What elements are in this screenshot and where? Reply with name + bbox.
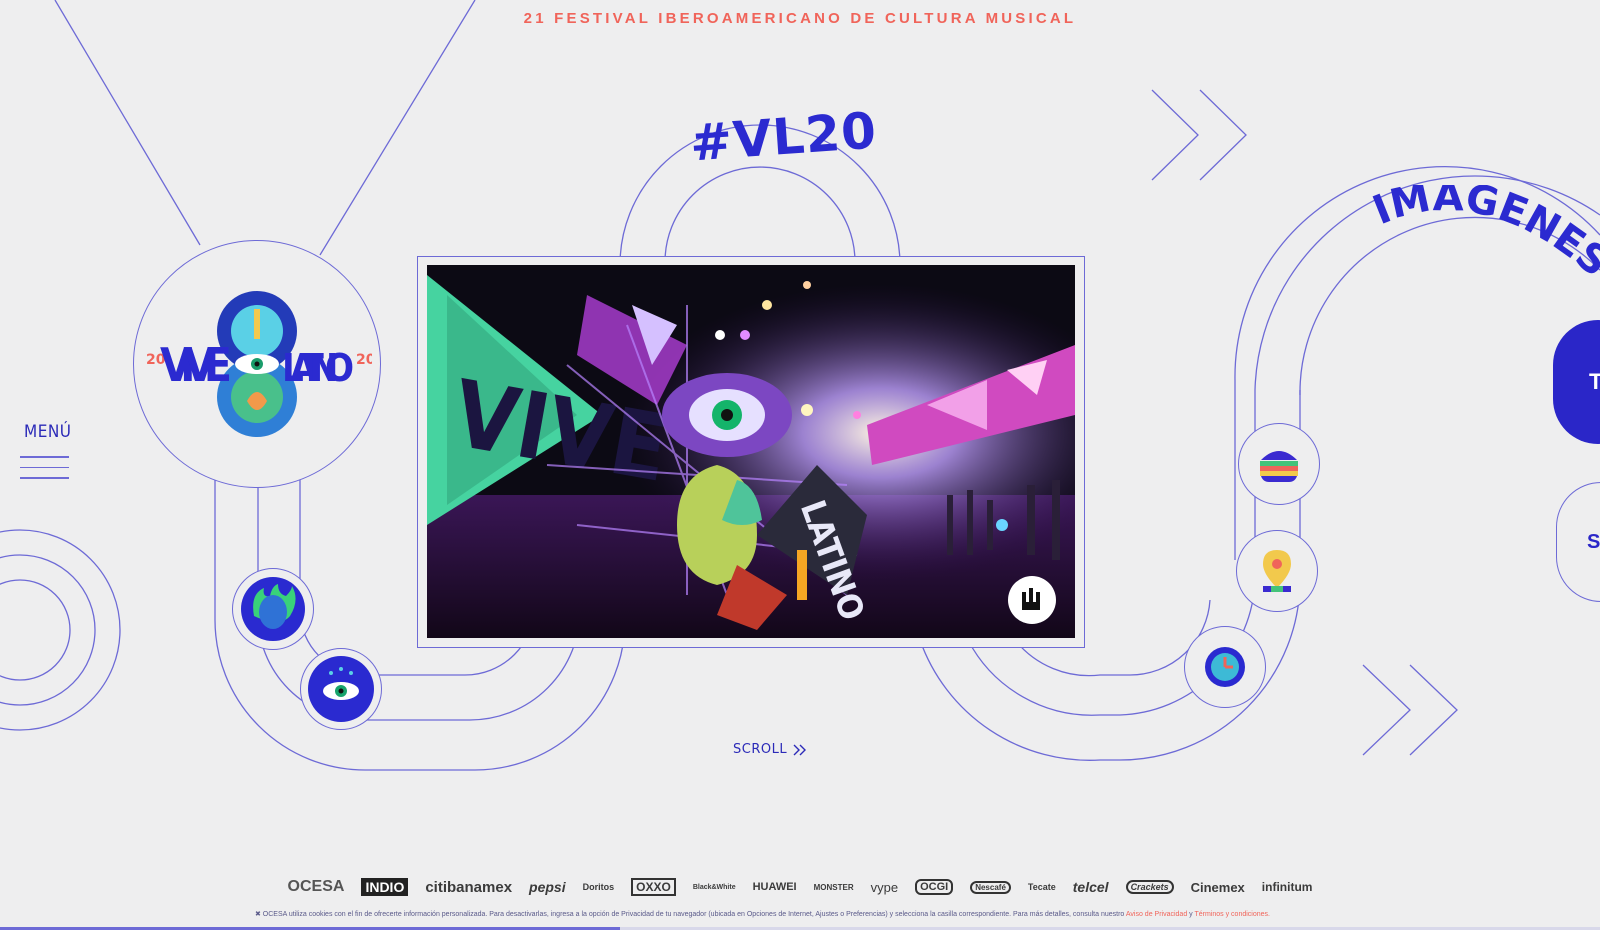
sponsor-logo[interactable]: Black&White [693, 884, 736, 891]
festival-stage-photo: VIVE LATINO [427, 265, 1075, 638]
featured-photo-frame: VIVE LATINO [417, 256, 1085, 648]
terms-link[interactable]: Términos y condiciones. [1195, 911, 1270, 918]
sponsor-logo[interactable]: Doritos [583, 882, 615, 892]
sponsor-logo[interactable]: vype [871, 880, 898, 895]
flame-face-button[interactable] [232, 568, 314, 650]
svg-text:IMÁGENES: IMÁGENES [1372, 185, 1600, 286]
vive-latino-logo[interactable]: 20 VIVE LATINO 20 [133, 240, 381, 488]
burger-icon [1260, 451, 1298, 482]
eye-icon [308, 656, 374, 722]
scroll-indicator[interactable]: SCROLL [733, 742, 808, 757]
sponsor-logo[interactable]: citibanamex [425, 879, 512, 896]
clock-icon [1205, 647, 1245, 687]
sponsor-logo[interactable]: Nescafé [970, 880, 1011, 894]
section-heading: IMÁGENES [1372, 185, 1600, 286]
logo-word-left: VIVE [160, 338, 232, 392]
sponsor-logo[interactable]: pepsi [529, 879, 566, 895]
sponsor-logo[interactable]: HUAWEI [753, 881, 797, 893]
festival-title: 21 FESTIVAL IBEROAMERICANO DE CULTURA MU… [523, 10, 1077, 27]
hamburger-menu-icon[interactable] [20, 456, 69, 488]
flame-face-icon [241, 577, 305, 641]
scroll-label: SCROLL [733, 742, 788, 757]
eye-button[interactable] [300, 648, 382, 730]
sponsor-logo[interactable]: infinitum [1262, 880, 1313, 894]
section-heading-text: IMÁGENES [1372, 185, 1600, 286]
location-pin-icon [1263, 550, 1291, 592]
sponsor-logo[interactable]: Crackets [1125, 880, 1174, 894]
logo-artwork: 20 VIVE LATINO 20 [146, 291, 372, 437]
logo-word-right: LATINO [282, 346, 354, 390]
sponsor-logo[interactable]: OXXO [631, 878, 676, 896]
sponsor-logo[interactable]: Cinemex [1191, 880, 1245, 895]
sponsor-strip: OCESA INDIO citibanamex pepsi Doritos OX… [0, 878, 1600, 896]
cookie-conj: y [1189, 911, 1193, 918]
stage-illustration: VIVE LATINO [427, 265, 1075, 638]
cookie-text: ✖ OCESA utiliza cookies con el fin de of… [255, 911, 1125, 918]
sponsor-logo[interactable]: OCGI [915, 879, 954, 895]
food-button[interactable] [1238, 423, 1320, 505]
sponsor-logo[interactable]: MONSTER [814, 883, 854, 892]
schedule-button[interactable] [1184, 626, 1266, 708]
privacy-link[interactable]: Aviso de Privacidad [1126, 911, 1187, 918]
menu-label[interactable]: MENÚ [24, 422, 72, 442]
sponsor-logo[interactable]: INDIO [361, 878, 409, 896]
sponsor-logo[interactable]: telcel [1073, 879, 1109, 895]
cookie-notice: ✖ OCESA utiliza cookies con el fin de of… [255, 910, 1355, 918]
sponsor-logo[interactable]: OCESA [288, 878, 345, 896]
sponsor-logo[interactable]: Tecate [1028, 882, 1056, 892]
logo-year-right: 20 [356, 352, 372, 368]
location-button[interactable] [1236, 530, 1318, 612]
double-chevron-right-icon [793, 744, 806, 755]
